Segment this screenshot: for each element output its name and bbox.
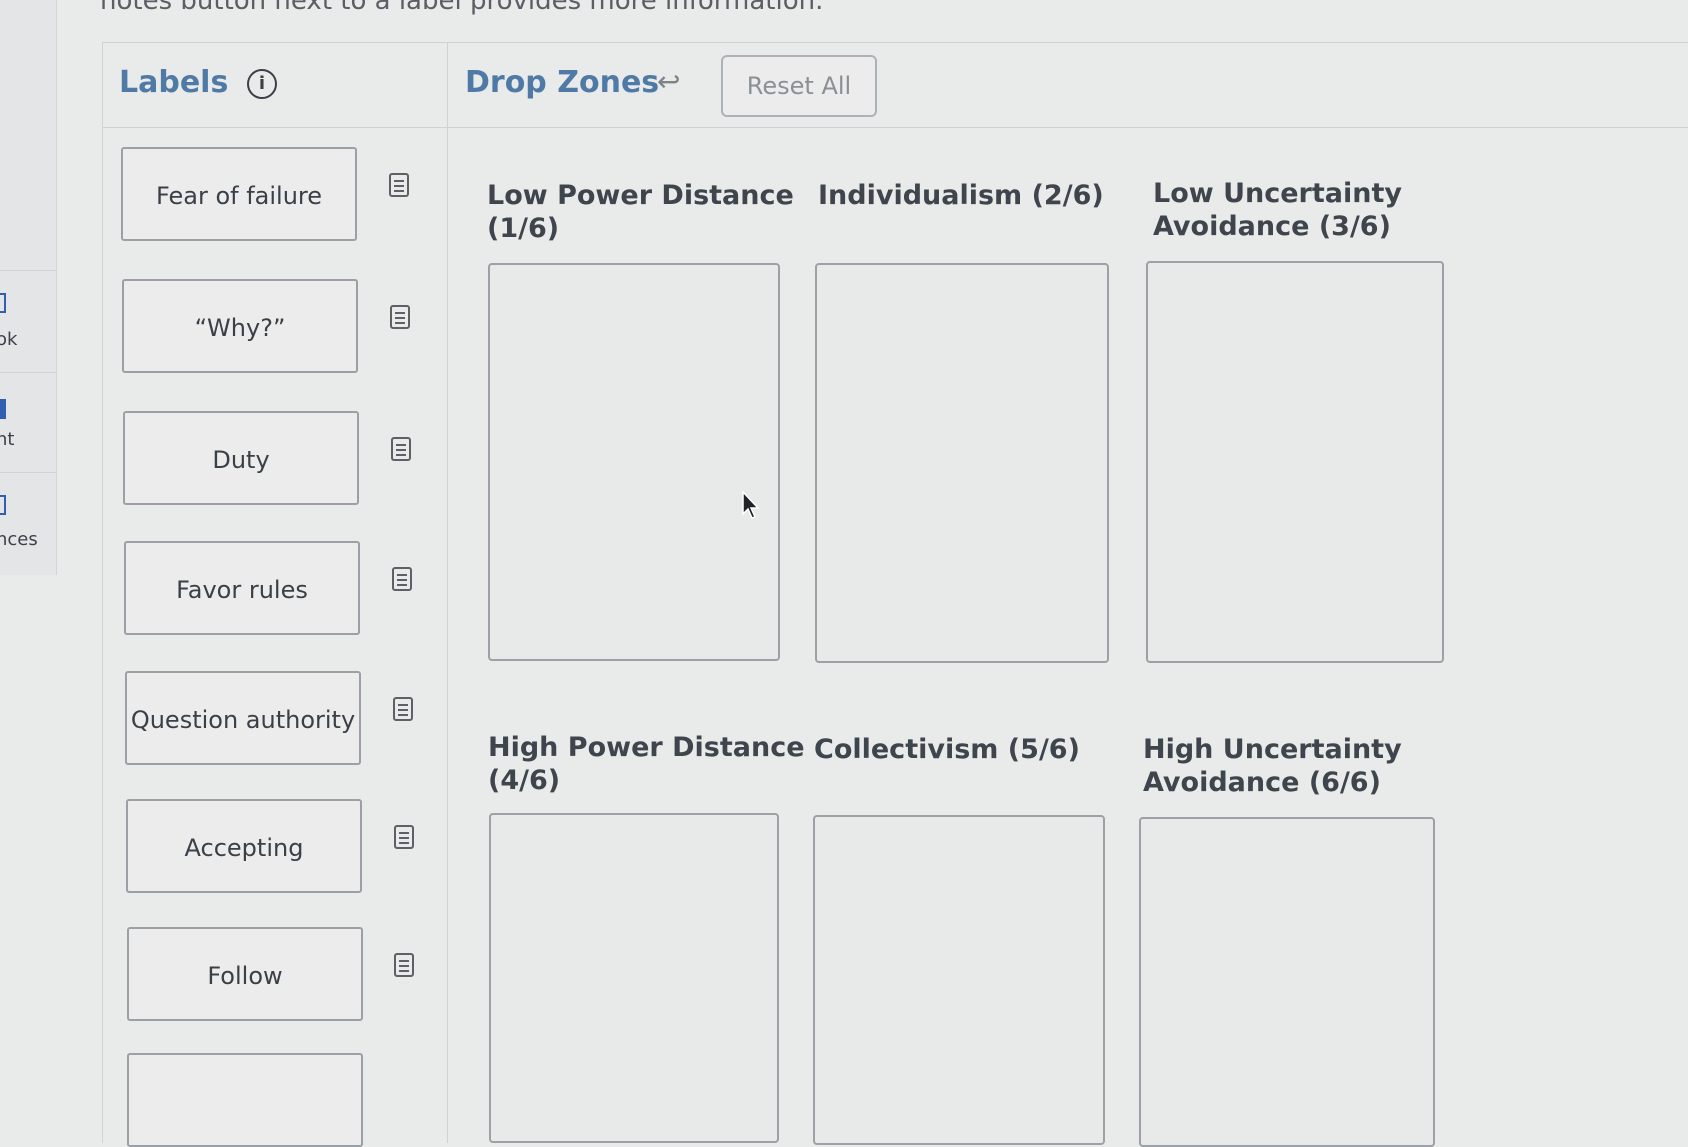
activity-panel: Labels i Drop Zones ↩ Reset All Fear of …	[102, 42, 1688, 1147]
notes-icon[interactable]	[389, 173, 409, 197]
drop-zone-1[interactable]	[488, 263, 780, 661]
drop-zone-2[interactable]	[815, 263, 1109, 663]
label-card[interactable]: Duty	[123, 411, 359, 505]
mouse-cursor-icon	[742, 490, 760, 519]
nav-item-icon	[0, 399, 6, 419]
drop-zones-header: Drop Zones ↩ Reset All	[447, 43, 1688, 128]
drop-zone-title-3: Low Uncertainty Avoidance (3/6)	[1153, 178, 1402, 242]
labels-header: Labels i	[103, 43, 448, 128]
instructions-text: notes button next to a label provides mo…	[100, 0, 824, 16]
side-nav-label: nt	[0, 429, 15, 450]
notes-icon[interactable]	[391, 437, 411, 461]
label-card-partial[interactable]	[127, 1053, 363, 1147]
label-card[interactable]: Follow	[127, 927, 363, 1021]
label-card[interactable]: “Why?”	[122, 279, 358, 373]
side-nav-label: ok	[0, 329, 18, 350]
drop-zone-title-4: High Power Distance (4/6)	[488, 732, 805, 796]
nav-item-icon	[0, 293, 6, 313]
drop-zone-title-1: Low Power Distance (1/6)	[487, 180, 794, 244]
drop-zone-3[interactable]	[1146, 261, 1444, 663]
reset-all-button[interactable]: Reset All	[721, 55, 877, 117]
side-nav-item-2[interactable]: nt	[0, 372, 56, 473]
drop-zone-title-5: Collectivism (5/6)	[814, 734, 1080, 765]
side-nav-item-3[interactable]: nces	[0, 472, 56, 573]
drop-zone-4[interactable]	[489, 813, 779, 1143]
drop-zones-title: Drop Zones	[465, 65, 660, 100]
notes-icon[interactable]	[392, 567, 412, 591]
labels-title: Labels	[119, 65, 229, 100]
notes-icon[interactable]	[393, 697, 413, 721]
drop-zone-title-6: High Uncertainty Avoidance (6/6)	[1143, 734, 1402, 798]
notes-icon[interactable]	[394, 953, 414, 977]
nav-item-icon	[0, 495, 6, 515]
label-card[interactable]: Favor rules	[124, 541, 360, 635]
drop-zone-5[interactable]	[813, 815, 1105, 1145]
label-card[interactable]: Accepting	[126, 799, 362, 893]
drop-zone-6[interactable]	[1139, 817, 1435, 1147]
info-icon[interactable]: i	[247, 69, 277, 99]
label-card[interactable]: Fear of failure	[121, 147, 357, 241]
side-nav-item-1[interactable]: ok	[0, 270, 56, 371]
side-nav: ok nt nces	[0, 0, 57, 575]
label-card[interactable]: Question authority	[125, 671, 361, 765]
notes-icon[interactable]	[390, 305, 410, 329]
labels-list: Fear of failure “Why?” Duty Favor rules …	[103, 127, 448, 1147]
drop-zone-title-2: Individualism (2/6)	[818, 180, 1104, 211]
side-nav-label: nces	[0, 529, 38, 550]
undo-icon[interactable]: ↩	[657, 65, 680, 98]
notes-icon[interactable]	[394, 825, 414, 849]
